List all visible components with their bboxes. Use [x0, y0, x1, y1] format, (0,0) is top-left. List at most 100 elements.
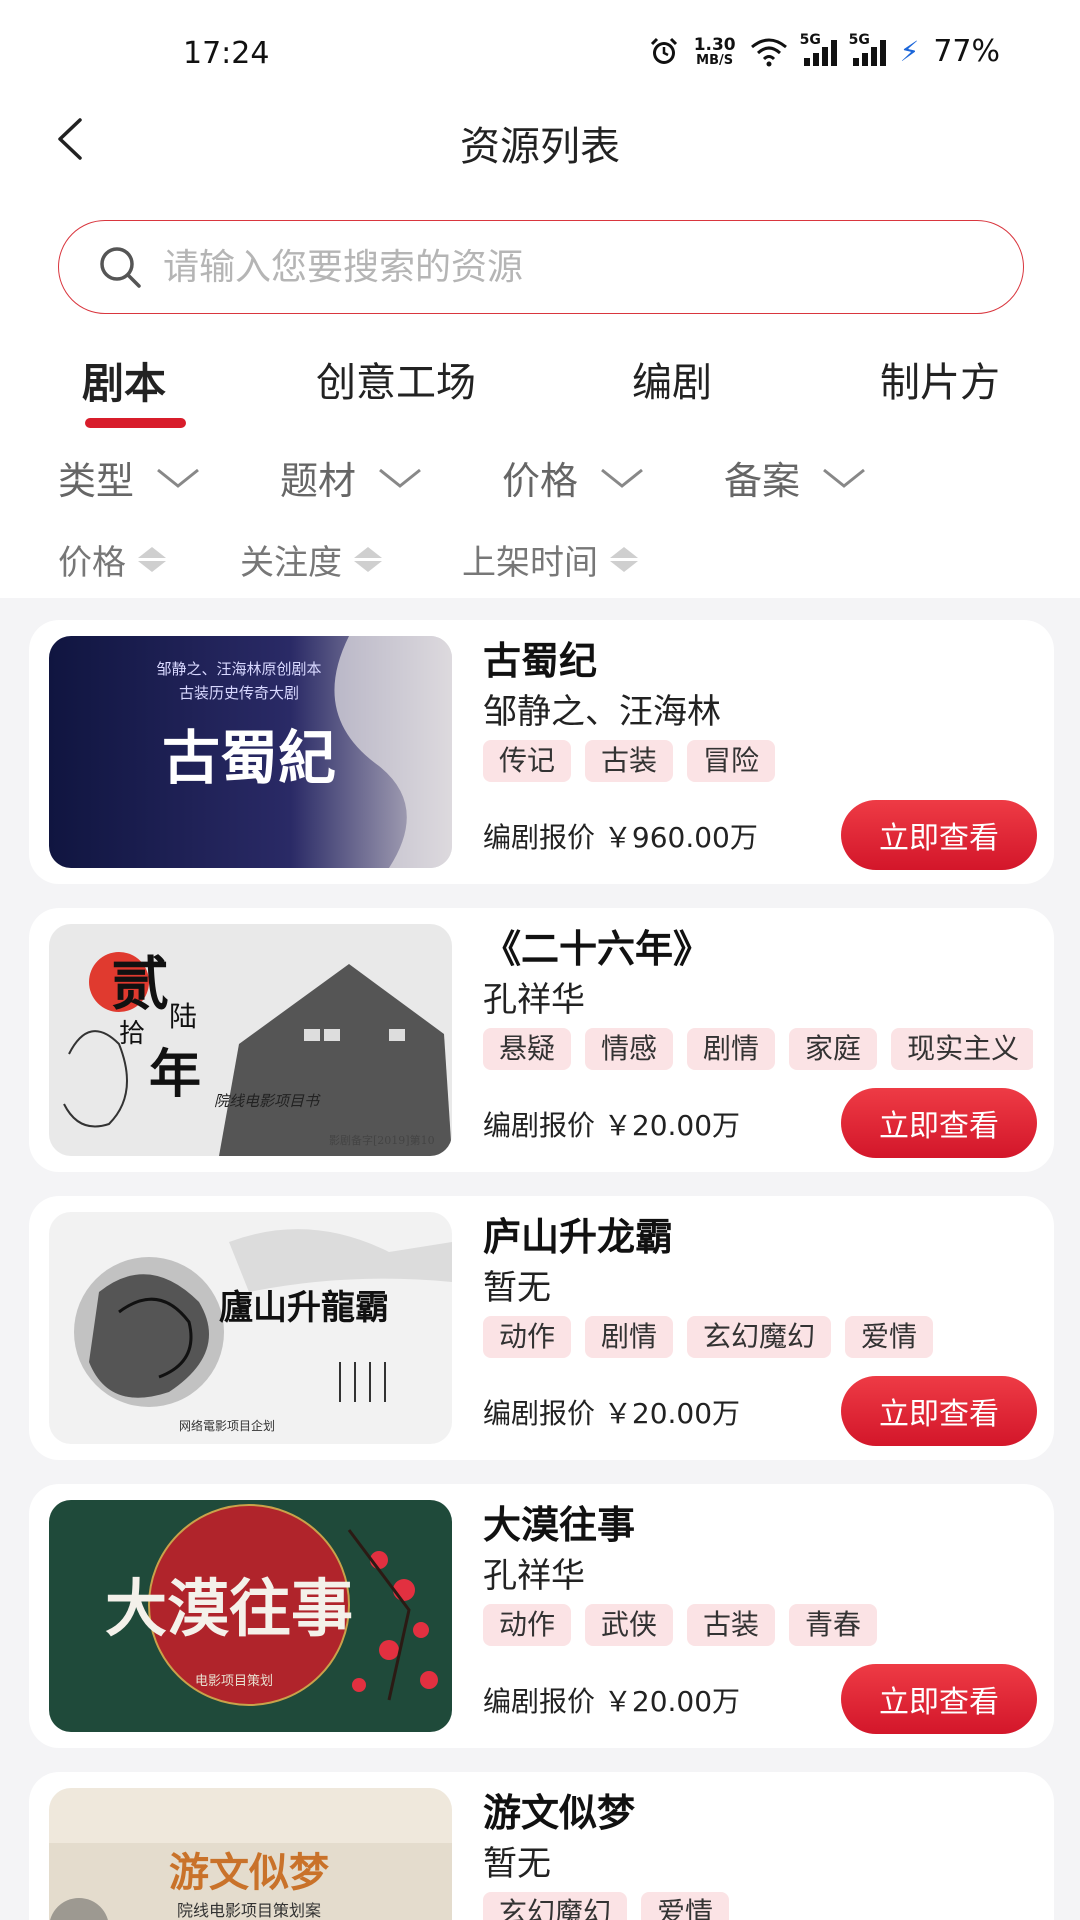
charging-icon: ⚡: [899, 35, 920, 68]
sort-attention[interactable]: 关注度: [240, 535, 382, 584]
tag: 传记: [483, 740, 572, 782]
view-now-button[interactable]: 立即查看: [841, 800, 1037, 870]
tag: 动作: [483, 1316, 572, 1358]
svg-text:廬山升龍霸: 廬山升龍霸: [219, 1288, 389, 1328]
svg-text:邹静之、汪海林原创剧本: 邹静之、汪海林原创剧本: [156, 660, 321, 678]
chevron-down-icon: [157, 468, 199, 488]
card-title: 庐山升龙霸: [483, 1215, 674, 1259]
resource-card[interactable]: 大漠往事 电影项目策划 大漠往事 孔祥华 动作 武侠 古装 青春 编剧报价 ￥2…: [29, 1484, 1054, 1748]
resource-list-screen: 17:24 1.30 MB/S 5G 5G ⚡ 77% 资源列表 请输入您要搜索…: [0, 0, 1080, 1920]
tag: 悬疑: [483, 1028, 572, 1070]
tag-list: 动作 剧情 玄幻魔幻 爱情: [483, 1316, 1033, 1360]
svg-text:电影项目策划: 电影项目策划: [195, 1673, 273, 1689]
card-title: 《二十六年》: [483, 927, 712, 971]
card-author: 暂无: [483, 1844, 551, 1884]
tab-producer[interactable]: 制片方: [880, 350, 1000, 408]
signal-5g-2-icon: 5G: [849, 32, 886, 66]
tag: 爱情: [641, 1892, 730, 1920]
view-now-button[interactable]: 立即查看: [841, 1664, 1037, 1734]
tag: 动作: [483, 1604, 572, 1646]
poster-image: 大漠往事 电影项目策划: [49, 1500, 452, 1732]
card-price: 编剧报价 ￥20.00万: [483, 1109, 741, 1142]
tag-list: 玄幻魔幻 爱情: [483, 1892, 1033, 1920]
svg-text:网络電影项目企划: 网络電影项目企划: [179, 1418, 275, 1433]
card-author: 孔祥华: [483, 1556, 585, 1596]
card-title: 大漠往事: [483, 1503, 636, 1547]
poster-image: 贰 拾 陆 年 院线电影项目书 影剧备字[2019]第10: [49, 924, 452, 1156]
active-tab-indicator: [85, 418, 186, 428]
battery-percent: 77%: [933, 34, 1000, 69]
poster-image: 游文似梦 院线电影项目策划案: [49, 1788, 452, 1920]
svg-text:院线电影项目书: 院线电影项目书: [214, 1092, 321, 1110]
tag-list: 悬疑 情感 剧情 家庭 现实主义: [483, 1028, 1033, 1072]
tag: 武侠: [585, 1604, 674, 1646]
sort-arrows-icon: [354, 547, 382, 572]
svg-text:大漠往事: 大漠往事: [105, 1572, 353, 1645]
tag: 情感: [585, 1028, 674, 1070]
status-indicators: 1.30 MB/S 5G 5G ⚡ 77%: [648, 32, 1000, 69]
sort-arrows-icon: [138, 547, 166, 572]
svg-text:陆: 陆: [169, 1000, 197, 1033]
tab-script[interactable]: 剧本: [82, 350, 166, 411]
tag-list: 传记 古装 冒险: [483, 740, 1033, 784]
sort-bar: 价格 关注度 上架时间: [0, 535, 1080, 585]
search-input[interactable]: [163, 246, 943, 288]
tag: 古装: [585, 740, 674, 782]
page-title: 资源列表: [460, 124, 620, 170]
svg-text:拾: 拾: [119, 1019, 145, 1049]
card-author: 孔祥华: [483, 980, 585, 1020]
poster-image: 廬山升龍霸 网络電影项目企划: [49, 1212, 452, 1444]
view-now-button[interactable]: 立即查看: [841, 1376, 1037, 1446]
resource-card[interactable]: 贰 拾 陆 年 院线电影项目书 影剧备字[2019]第10 《二十六年》 孔祥华…: [29, 908, 1054, 1172]
chevron-down-icon: [823, 468, 865, 488]
tag: 冒险: [687, 740, 776, 782]
filter-bar: 类型 题材 价格 备案: [0, 450, 1080, 520]
svg-text:游文似梦: 游文似梦: [169, 1849, 329, 1896]
poster-image: 邹静之、汪海林原创剧本 古装历史传奇大剧 古蜀紀: [49, 636, 452, 868]
filter-subject[interactable]: 题材: [280, 450, 422, 505]
svg-text:院线电影项目策划案: 院线电影项目策划案: [177, 1901, 321, 1920]
status-time: 17:24: [183, 36, 270, 71]
network-speed: 1.30 MB/S: [693, 34, 736, 68]
tag: 剧情: [687, 1028, 776, 1070]
search-bar[interactable]: [58, 220, 1024, 314]
view-now-button[interactable]: 立即查看: [841, 1088, 1037, 1158]
filter-price[interactable]: 价格: [502, 450, 644, 505]
card-price: 编剧报价 ￥20.00万: [483, 1397, 741, 1430]
tag: 家庭: [789, 1028, 878, 1070]
card-price: 编剧报价 ￥20.00万: [483, 1685, 741, 1718]
search-icon: [100, 247, 141, 288]
tab-creative-workshop[interactable]: 创意工场: [316, 350, 476, 408]
chevron-down-icon: [379, 468, 421, 488]
tag: 古装: [687, 1604, 776, 1646]
resource-card[interactable]: 游文似梦 院线电影项目策划案 游文似梦 暂无 玄幻魔幻 爱情: [29, 1772, 1054, 1920]
tag: 青春: [789, 1604, 878, 1646]
chevron-down-icon: [601, 468, 643, 488]
signal-5g-1-icon: 5G: [800, 32, 837, 66]
tag-list: 动作 武侠 古装 青春: [483, 1604, 1033, 1648]
sort-arrows-icon: [610, 547, 638, 572]
sort-listing-time[interactable]: 上架时间: [462, 535, 638, 584]
svg-text:贰: 贰: [111, 950, 169, 1018]
status-bar: 17:24 1.30 MB/S 5G 5G ⚡ 77%: [0, 0, 1080, 100]
header: 资源列表: [0, 100, 1080, 180]
card-author: 暂无: [483, 1268, 551, 1308]
wifi-icon: [750, 38, 787, 66]
tag: 现实主义: [891, 1028, 1033, 1070]
svg-text:古蜀紀: 古蜀紀: [162, 724, 336, 792]
tag: 剧情: [585, 1316, 674, 1358]
tab-screenwriter[interactable]: 编剧: [632, 350, 712, 408]
card-price: 编剧报价 ￥960.00万: [483, 821, 758, 854]
card-author: 邹静之、汪海林: [483, 692, 721, 732]
svg-text:古装历史传奇大剧: 古装历史传奇大剧: [179, 684, 299, 702]
svg-text:影剧备字[2019]第10: 影剧备字[2019]第10: [329, 1133, 435, 1147]
resource-card[interactable]: 廬山升龍霸 网络電影项目企划 庐山升龙霸 暂无 动作 剧情 玄幻魔幻 爱情 编剧…: [29, 1196, 1054, 1460]
filter-filing[interactable]: 备案: [724, 450, 866, 505]
sort-price[interactable]: 价格: [58, 535, 166, 584]
svg-text:年: 年: [149, 1044, 201, 1105]
resource-card[interactable]: 邹静之、汪海林原创剧本 古装历史传奇大剧 古蜀紀 古蜀纪 邹静之、汪海林 传记 …: [29, 620, 1054, 884]
filter-type[interactable]: 类型: [58, 450, 200, 505]
tag: 玄幻魔幻: [483, 1892, 628, 1920]
card-title: 古蜀纪: [483, 639, 598, 683]
card-title: 游文似梦: [483, 1791, 636, 1835]
